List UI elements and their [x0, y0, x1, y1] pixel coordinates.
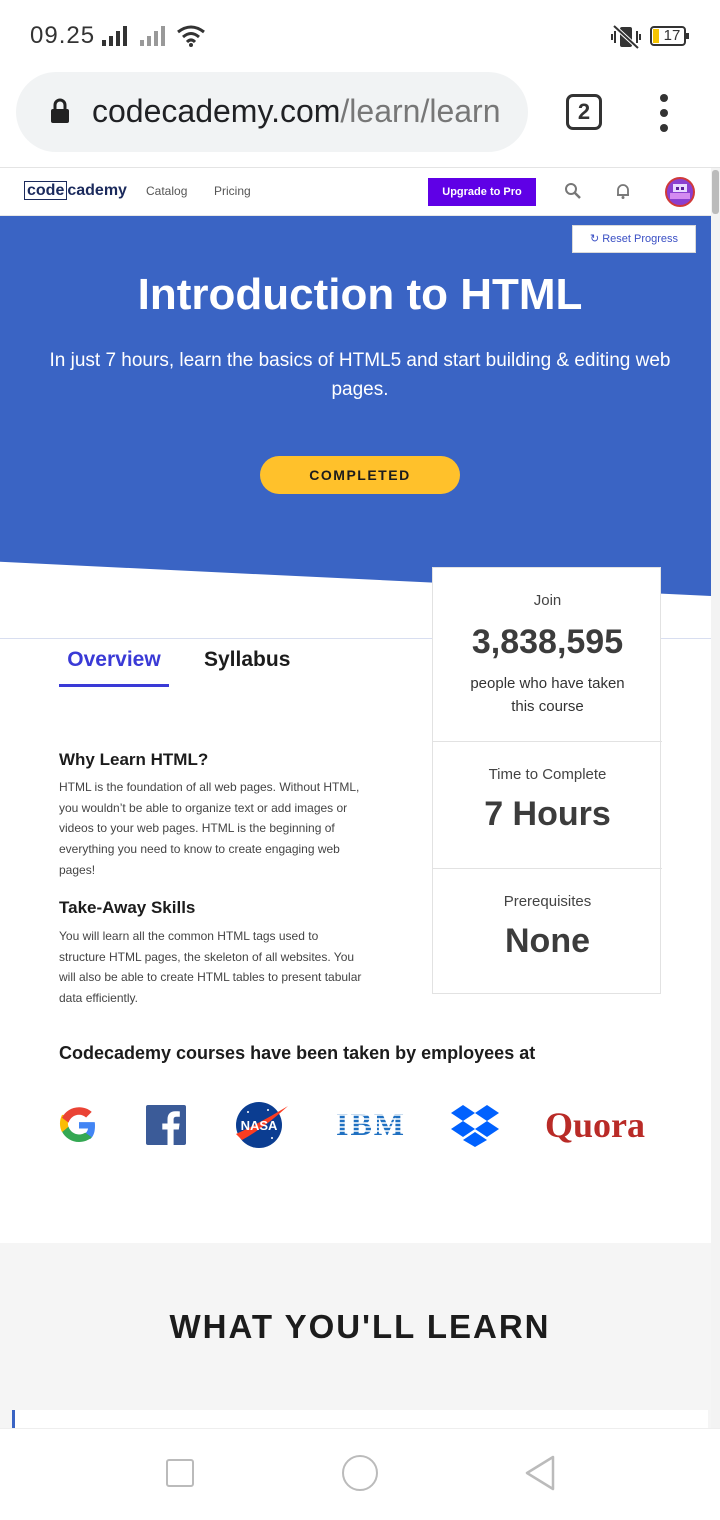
learn-card [12, 1410, 708, 1428]
join-label: Join [533, 592, 562, 609]
course-stats-card: Join 3,838,595 people who have taken thi… [432, 567, 662, 994]
skills-heading: Take-Away Skills [59, 898, 196, 917]
codecademy-logo[interactable]: code cademy [24, 181, 127, 200]
upgrade-to-pro-button[interactable]: Upgrade to Pro [428, 178, 536, 206]
reset-progress-label: Reset Progress [602, 233, 679, 245]
completed-button[interactable]: COMPLETED [260, 456, 460, 494]
scrollbar-track[interactable] [711, 168, 720, 1428]
vibrate-off-icon [611, 24, 641, 50]
employer-logos: NASA IBM Quora [59, 1100, 661, 1152]
no-signal-icon [140, 24, 165, 46]
status-bar: 09.25 17 [0, 0, 720, 72]
browser-menu-button[interactable] [656, 94, 672, 132]
reset-progress-button[interactable]: ↻ Reset Progress [572, 225, 696, 253]
prereq-label: Prerequisites [503, 893, 592, 910]
home-button[interactable] [342, 1455, 378, 1491]
battery-level: 17 [663, 27, 681, 44]
stat-learners: Join 3,838,595 people who have taken thi… [433, 568, 662, 741]
url-path: /learn/learn [340, 93, 501, 129]
lock-icon [51, 98, 69, 123]
url-text[interactable]: codecademy.com/learn/learn [92, 93, 512, 130]
google-logo [59, 1100, 99, 1150]
url-domain: codecademy.com [92, 93, 341, 129]
stat-prerequisites: Prerequisites None [433, 868, 662, 994]
logo-cademy-text: cademy [67, 181, 127, 199]
android-nav-bar [0, 1428, 720, 1520]
dropbox-logo [451, 1100, 499, 1150]
why-learn-text: HTML is the foundation of all web pages.… [59, 780, 360, 877]
site-header: code cademy Catalog Pricing Upgrade to Pr… [0, 168, 720, 216]
tab-syllabus[interactable]: Syllabus [204, 648, 290, 672]
time-value: 7 Hours [484, 795, 611, 833]
stat-time: Time to Complete 7 Hours [433, 741, 662, 868]
browser-toolbar: codecademy.com/learn/learn 2 [0, 72, 720, 168]
facebook-logo [146, 1100, 186, 1150]
employers-heading: Codecademy courses have been taken by em… [59, 1043, 536, 1063]
ibm-logo: IBM [335, 1100, 407, 1150]
svg-text:IBM: IBM [336, 1109, 406, 1141]
learner-count: 3,838,595 [471, 623, 624, 661]
wifi-icon [177, 25, 205, 47]
scrollbar-thumb[interactable] [712, 170, 719, 214]
course-title: Introduction to HTML [137, 270, 583, 319]
user-avatar[interactable] [665, 177, 695, 207]
quora-logo: Quora [545, 1105, 646, 1145]
course-subtitle: In just 7 hours, learn the basics of HTM… [49, 350, 671, 400]
search-icon[interactable] [564, 182, 582, 200]
prereq-value: None [505, 922, 590, 960]
back-button[interactable] [524, 1455, 556, 1491]
signal-icon [102, 24, 127, 46]
nasa-logo: NASA [234, 1100, 290, 1150]
learner-description: people who have taken this course [470, 675, 625, 715]
time-label: Time to Complete [488, 766, 607, 783]
refresh-icon: ↻ [589, 233, 600, 245]
notifications-icon[interactable] [614, 182, 632, 200]
tab-switcher-button[interactable]: 2 [566, 94, 602, 130]
nav-pricing-link[interactable]: Pricing [214, 184, 251, 198]
skills-text: You will learn all the common HTML tags … [59, 929, 362, 1006]
recent-apps-button[interactable] [166, 1459, 194, 1487]
battery-icon: 17 [650, 26, 689, 46]
why-learn-heading: Why Learn HTML? [59, 750, 209, 769]
logo-code-text: code [24, 181, 68, 200]
svg-text:NASA: NASA [241, 1118, 278, 1133]
address-bar[interactable]: codecademy.com/learn/learn [16, 72, 528, 152]
status-time: 09.25 [30, 22, 96, 49]
tab-overview[interactable]: Overview [59, 648, 169, 687]
what-youll-learn-heading: WHAT YOU'LL LEARN [169, 1308, 551, 1345]
nav-catalog-link[interactable]: Catalog [146, 184, 187, 198]
